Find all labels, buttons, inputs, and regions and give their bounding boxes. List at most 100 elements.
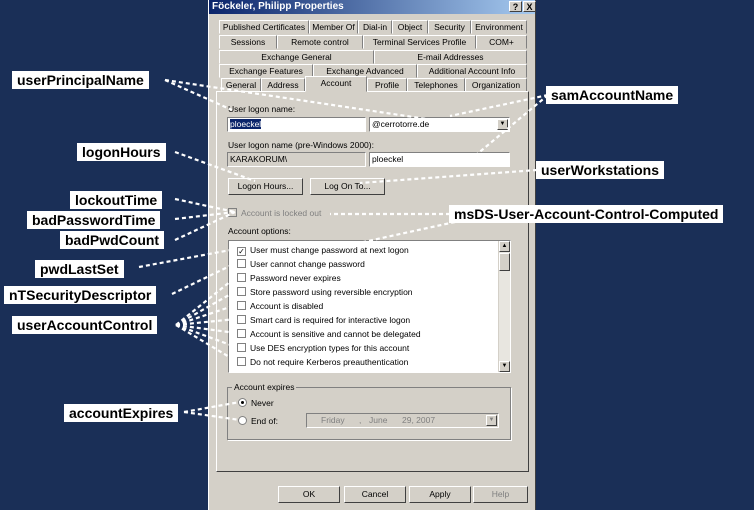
checkbox[interactable] [237,357,246,366]
never-radio-row[interactable]: Never [238,398,274,408]
account-expires-label: Account expires [232,382,297,392]
tab-dial-in[interactable]: Dial-in [358,20,392,34]
attr-userprincipalname: userPrincipalName [12,71,149,89]
tab-published-certificates[interactable]: Published Certificates [219,20,309,34]
help-button[interactable]: Help [473,486,528,503]
apply-button[interactable]: Apply [409,486,471,503]
option-label: User must change password at next logon [250,245,409,255]
tab-com-plus[interactable]: COM+ [476,35,527,49]
cancel-button[interactable]: Cancel [344,486,406,503]
tab-exchange-features[interactable]: Exchange Features [219,64,313,78]
option-label: User cannot change password [250,259,365,269]
tab-profile[interactable]: Profile [367,78,407,92]
checkbox[interactable]: ✓ [237,247,246,256]
option-cannot-change-password[interactable]: User cannot change password [237,259,365,272]
endof-radio[interactable] [238,416,247,425]
account-options-label: Account options: [228,226,291,236]
logon-hours-button[interactable]: Logon Hours... [228,178,303,195]
attr-badpasswordtime: badPasswordTime [27,211,161,229]
option-must-change-password[interactable]: ✓ User must change password at next logon [237,245,409,258]
tab-exchange-general[interactable]: Exchange General [219,50,374,64]
option-password-never-expires[interactable]: Password never expires [237,273,341,286]
date-month: June [369,415,388,425]
calendar-dropdown-icon[interactable]: ▼ [486,415,497,426]
log-on-to-button[interactable]: Log On To... [310,178,385,195]
checkbox[interactable] [237,343,246,352]
locked-out-row[interactable]: Account is locked out [228,208,321,218]
attr-samaccountname: samAccountName [546,86,679,104]
upn-suffix-select[interactable]: @cerrotorre.de ▼ [369,117,510,132]
prewin-user-input[interactable]: ploeckel [369,152,510,167]
attr-userworkstations: userWorkstations [536,161,664,179]
tab-additional-account-info[interactable]: Additional Account Info [417,64,527,78]
option-label: Smart card is required for interactive l… [250,315,411,325]
tab-object[interactable]: Object [392,20,428,34]
tab-member-of[interactable]: Member Of [309,20,358,34]
option-reversible-encryption[interactable]: Store password using reversible encrypti… [237,287,413,300]
endof-label: End of: [251,416,278,426]
option-label: Account is sensitive and cannot be deleg… [250,329,421,339]
checkbox[interactable] [237,259,246,268]
upn-suffix-value: @cerrotorre.de [372,119,430,129]
prewin-domain-field: KARAKORUM\ [227,152,366,167]
attr-useraccountcontrol: userAccountControl [12,316,158,334]
title-bar: Föckeler, Philipp Properties ? X [209,0,536,14]
attr-pwdlastset: pwdLastSet [35,260,124,278]
attr-msds-uac-computed: msDS-User-Account-Control-Computed [449,205,724,223]
locked-out-checkbox[interactable] [228,208,237,217]
checkbox[interactable] [237,273,246,282]
option-account-disabled[interactable]: Account is disabled [237,301,323,314]
tab-telephones[interactable]: Telephones [407,78,465,92]
endof-radio-row[interactable]: End of: [238,416,278,426]
checkbox[interactable] [237,329,246,338]
scroll-down-icon[interactable]: ▼ [499,361,510,372]
locked-out-label: Account is locked out [241,208,322,218]
tab-email-addresses[interactable]: E-mail Addresses [374,50,527,64]
account-options-list[interactable]: ✓ User must change password at next logon… [228,240,511,373]
ok-button[interactable]: OK [278,486,340,503]
logon-name-label: User logon name: [228,104,296,114]
option-no-kerberos-preauth[interactable]: Do not require Kerberos preauthenticatio… [237,357,408,370]
tab-security[interactable]: Security [428,20,471,34]
logon-name-value: ploeckel [230,119,262,129]
tab-account[interactable]: Account [305,76,367,92]
option-sensitive[interactable]: Account is sensitive and cannot be deleg… [237,329,421,342]
option-label: Store password using reversible encrypti… [250,287,413,297]
checkbox[interactable] [237,315,246,324]
tab-organization[interactable]: Organization [465,78,527,92]
expiry-date-picker[interactable]: Friday , June 29, 2007 ▼ [306,413,499,428]
never-radio[interactable] [238,398,247,407]
close-title-button[interactable]: X [523,1,536,12]
scroll-up-icon[interactable]: ▲ [499,241,510,252]
prewin-label: User logon name (pre-Windows 2000): [228,140,374,150]
checkbox[interactable] [237,301,246,310]
attr-lockouttime: lockoutTime [70,191,163,209]
attr-accountexpires: accountExpires [64,404,179,422]
tab-remote-control[interactable]: Remote control [277,35,363,49]
attr-logonhours: logonHours [77,143,166,161]
chevron-down-icon[interactable]: ▼ [497,119,508,130]
tab-terminal-services-profile[interactable]: Terminal Services Profile [363,35,476,49]
option-smart-card[interactable]: Smart card is required for interactive l… [237,315,410,328]
never-label: Never [251,398,274,408]
option-label: Password never expires [250,273,341,283]
tab-sessions[interactable]: Sessions [219,35,277,49]
tab-environment[interactable]: Environment [471,20,527,34]
date-sep: , [359,415,362,425]
date-rest: 29, 2007 [402,415,436,425]
option-label: Do not require Kerberos preauthenticatio… [250,357,409,367]
date-day: Friday [321,415,345,425]
logon-name-input[interactable]: ploeckel [227,117,366,132]
option-label: Use DES encryption types for this accoun… [250,343,410,353]
option-label: Account is disabled [250,301,324,311]
scroll-thumb[interactable] [499,253,510,271]
attr-badpwdcount: badPwdCount [60,231,165,249]
options-scrollbar[interactable]: ▲ ▼ [498,241,510,372]
option-des-encryption[interactable]: Use DES encryption types for this accoun… [237,343,409,356]
tab-general[interactable]: General [221,78,261,92]
checkbox[interactable] [237,287,246,296]
help-title-button[interactable]: ? [509,1,522,12]
tab-address[interactable]: Address [261,78,305,92]
window-title: Föckeler, Philipp Properties [212,1,344,12]
attr-ntsecuritydescriptor: nTSecurityDescriptor [4,286,157,304]
